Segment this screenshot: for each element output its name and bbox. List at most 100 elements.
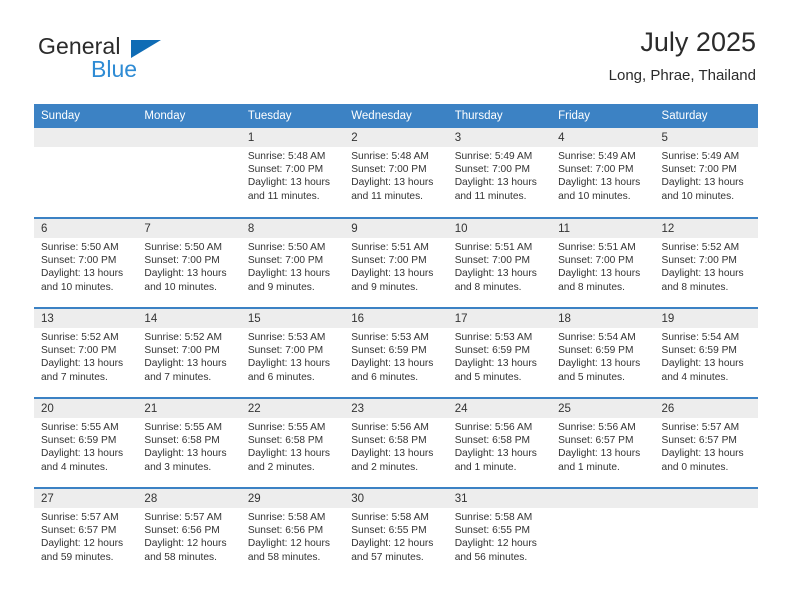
calendar-cell-empty bbox=[137, 128, 241, 218]
day-details: Sunrise: 5:50 AM Sunset: 7:00 PM Daylight:… bbox=[137, 238, 240, 294]
weekday-header-tuesday: Tuesday bbox=[240, 104, 345, 128]
calendar-day-cell[interactable]: 13 Sunrise: 5:52 AM Sunset: 7:00 PM Dayligh… bbox=[34, 307, 138, 398]
calendar-day-cell[interactable]: 4 Sunrise: 5:49 AM Sunset: 7:00 PM Daylight… bbox=[551, 128, 655, 218]
sunrise-text: Sunrise: 5:48 AM bbox=[351, 151, 429, 162]
sunset-text: Sunset: 7:00 PM bbox=[661, 164, 737, 176]
daylight-text: Daylight: 13 hours and 1 minute. bbox=[558, 448, 641, 473]
calendar-day-cell[interactable]: 15 Sunrise: 5:53 AM Sunset: 7:00 PM Dayligh… bbox=[240, 307, 345, 398]
calendar-day-cell[interactable]: 18 Sunrise: 5:54 AM Sunset: 6:59 PM Dayligh… bbox=[551, 307, 655, 398]
calendar-cell-inner: 24 Sunrise: 5:56 AM Sunset: 6:58 PM Dayligh… bbox=[447, 399, 552, 487]
sunrise-text: Sunrise: 5:56 AM bbox=[454, 422, 533, 433]
sunrise-text: Sunrise: 5:56 AM bbox=[351, 422, 429, 433]
calendar-cell-inner: 12 Sunrise: 5:52 AM Sunset: 7:00 PM Dayligh… bbox=[654, 219, 758, 307]
calendar-day-cell[interactable]: 2 Sunrise: 5:48 AM Sunset: 7:00 PM Daylight… bbox=[344, 128, 448, 218]
calendar-day-cell[interactable]: 27 Sunrise: 5:57 AM Sunset: 6:57 PM Dayligh… bbox=[34, 487, 138, 578]
calendar-day-cell[interactable]: 22 Sunrise: 5:55 AM Sunset: 6:58 PM Dayligh… bbox=[240, 397, 345, 488]
calendar-day-cell[interactable]: 5 Sunrise: 5:49 AM Sunset: 7:00 PM Daylight… bbox=[654, 128, 758, 218]
calendar-day-cell[interactable]: 26 Sunrise: 5:57 AM Sunset: 6:57 PM Dayligh… bbox=[654, 397, 758, 488]
daylight-text: Daylight: 13 hours and 8 minutes. bbox=[661, 268, 744, 293]
calendar-day-cell[interactable]: 8 Sunrise: 5:50 AM Sunset: 7:00 PM Daylight… bbox=[240, 217, 345, 308]
day-details: Sunrise: 5:48 AM Sunset: 7:00 PM Daylight:… bbox=[241, 147, 344, 203]
daylight-text: Daylight: 13 hours and 10 minutes. bbox=[144, 268, 227, 293]
calendar-day-cell[interactable]: 10 Sunrise: 5:51 AM Sunset: 7:00 PM Dayligh… bbox=[447, 217, 552, 308]
calendar-day-cell[interactable]: 23 Sunrise: 5:56 AM Sunset: 6:58 PM Dayligh… bbox=[344, 397, 448, 488]
calendar-day-cell[interactable]: 25 Sunrise: 5:56 AM Sunset: 6:57 PM Dayligh… bbox=[551, 397, 655, 488]
day-details: Sunrise: 5:50 AM Sunset: 7:00 PM Daylight:… bbox=[34, 238, 137, 294]
calendar-table: Sunday Monday Tuesday Wednesday Thursday… bbox=[34, 104, 758, 578]
day-number: 16 bbox=[344, 309, 448, 328]
calendar-cell-inner: 25 Sunrise: 5:56 AM Sunset: 6:57 PM Dayligh… bbox=[551, 399, 655, 487]
calendar-day-cell[interactable]: 1 Sunrise: 5:48 AM Sunset: 7:00 PM Daylight… bbox=[240, 128, 345, 218]
day-number: 24 bbox=[447, 399, 552, 418]
sunset-text: Sunset: 6:59 PM bbox=[41, 435, 117, 447]
calendar-cell-inner: 8 Sunrise: 5:50 AM Sunset: 7:00 PM Daylight… bbox=[240, 219, 345, 307]
calendar-cell-inner bbox=[551, 489, 655, 577]
calendar-day-cell[interactable]: 7 Sunrise: 5:50 AM Sunset: 7:00 PM Daylight… bbox=[137, 217, 241, 308]
calendar-cell-inner: 4 Sunrise: 5:49 AM Sunset: 7:00 PM Daylight… bbox=[551, 128, 655, 216]
sunset-text: Sunset: 7:00 PM bbox=[454, 164, 531, 176]
calendar-day-cell[interactable]: 11 Sunrise: 5:51 AM Sunset: 7:00 PM Dayligh… bbox=[551, 217, 655, 308]
day-number: 12 bbox=[654, 219, 758, 238]
calendar-day-cell[interactable]: 6 Sunrise: 5:50 AM Sunset: 7:00 PM Daylight… bbox=[34, 217, 138, 308]
day-details: Sunrise: 5:57 AM Sunset: 6:57 PM Daylight:… bbox=[655, 418, 758, 474]
calendar-day-cell[interactable]: 19 Sunrise: 5:54 AM Sunset: 6:59 PM Dayligh… bbox=[654, 307, 758, 398]
calendar-day-cell[interactable]: 16 Sunrise: 5:53 AM Sunset: 6:59 PM Dayligh… bbox=[344, 307, 448, 398]
day-number: 31 bbox=[447, 489, 552, 508]
day-number: 28 bbox=[137, 489, 241, 508]
calendar-cell-inner: 30 Sunrise: 5:58 AM Sunset: 6:55 PM Dayligh… bbox=[344, 489, 448, 577]
day-number bbox=[654, 489, 758, 508]
day-details: Sunrise: 5:58 AM Sunset: 6:55 PM Daylight:… bbox=[448, 508, 551, 564]
day-number: 5 bbox=[654, 128, 758, 147]
calendar-day-cell[interactable]: 20 Sunrise: 5:55 AM Sunset: 6:59 PM Dayligh… bbox=[34, 397, 138, 488]
daylight-text: Daylight: 13 hours and 8 minutes. bbox=[558, 268, 641, 293]
day-number: 13 bbox=[34, 309, 138, 328]
day-details: Sunrise: 5:57 AM Sunset: 6:56 PM Daylight:… bbox=[137, 508, 240, 564]
day-number: 29 bbox=[240, 489, 345, 508]
day-number: 25 bbox=[551, 399, 655, 418]
calendar-cell-inner: 29 Sunrise: 5:58 AM Sunset: 6:56 PM Dayligh… bbox=[240, 489, 345, 577]
calendar-day-cell[interactable]: 17 Sunrise: 5:53 AM Sunset: 6:59 PM Dayligh… bbox=[447, 307, 552, 398]
daylight-text: Daylight: 13 hours and 4 minutes. bbox=[41, 448, 124, 473]
title-block: July 2025 Long, Phrae, Thailand bbox=[609, 27, 758, 83]
calendar-day-cell[interactable]: 30 Sunrise: 5:58 AM Sunset: 6:55 PM Dayligh… bbox=[344, 487, 448, 578]
calendar-day-cell[interactable]: 21 Sunrise: 5:55 AM Sunset: 6:58 PM Dayligh… bbox=[137, 397, 241, 488]
calendar-cell-inner: 20 Sunrise: 5:55 AM Sunset: 6:59 PM Dayligh… bbox=[34, 399, 138, 487]
calendar-day-cell[interactable]: 12 Sunrise: 5:52 AM Sunset: 7:00 PM Dayligh… bbox=[654, 217, 758, 308]
calendar-cell-inner: 1 Sunrise: 5:48 AM Sunset: 7:00 PM Daylight… bbox=[240, 128, 345, 216]
day-number: 6 bbox=[34, 219, 138, 238]
day-number: 23 bbox=[344, 399, 448, 418]
day-number: 18 bbox=[551, 309, 655, 328]
page-title: July 2025 bbox=[640, 27, 756, 57]
calendar-day-cell[interactable]: 9 Sunrise: 5:51 AM Sunset: 7:00 PM Daylight… bbox=[344, 217, 448, 308]
day-number: 27 bbox=[34, 489, 138, 508]
day-details: Sunrise: 5:51 AM Sunset: 7:00 PM Daylight:… bbox=[344, 238, 447, 294]
calendar-day-cell[interactable]: 28 Sunrise: 5:57 AM Sunset: 6:56 PM Dayligh… bbox=[137, 487, 241, 578]
sunset-text: Sunset: 6:58 PM bbox=[454, 435, 531, 447]
calendar-day-cell[interactable]: 14 Sunrise: 5:52 AM Sunset: 7:00 PM Dayligh… bbox=[137, 307, 241, 398]
day-details: Sunrise: 5:51 AM Sunset: 7:00 PM Daylight:… bbox=[448, 238, 551, 294]
sunset-text: Sunset: 6:57 PM bbox=[41, 525, 117, 537]
daylight-text: Daylight: 13 hours and 6 minutes. bbox=[351, 358, 434, 383]
sunset-text: Sunset: 7:00 PM bbox=[351, 164, 427, 176]
day-number: 3 bbox=[447, 128, 552, 147]
calendar-day-cell[interactable]: 3 Sunrise: 5:49 AM Sunset: 7:00 PM Daylight… bbox=[447, 128, 552, 218]
sunrise-text: Sunrise: 5:51 AM bbox=[558, 242, 636, 253]
day-number: 20 bbox=[34, 399, 138, 418]
brand-logo[interactable]: General Blue bbox=[34, 28, 234, 88]
sunset-text: Sunset: 7:00 PM bbox=[41, 255, 117, 267]
calendar-day-cell[interactable]: 24 Sunrise: 5:56 AM Sunset: 6:58 PM Dayligh… bbox=[447, 397, 552, 488]
calendar-cell-empty bbox=[551, 487, 655, 578]
calendar-cell-inner: 22 Sunrise: 5:55 AM Sunset: 6:58 PM Dayligh… bbox=[240, 399, 345, 487]
calendar-cell-inner: 9 Sunrise: 5:51 AM Sunset: 7:00 PM Daylight… bbox=[344, 219, 448, 307]
sunset-text: Sunset: 7:00 PM bbox=[144, 345, 220, 357]
calendar-day-cell[interactable]: 31 Sunrise: 5:58 AM Sunset: 6:55 PM Dayligh… bbox=[447, 487, 552, 578]
day-details: Sunrise: 5:56 AM Sunset: 6:58 PM Daylight:… bbox=[344, 418, 447, 474]
day-number: 10 bbox=[447, 219, 552, 238]
sunset-text: Sunset: 6:56 PM bbox=[247, 525, 324, 537]
calendar-day-cell[interactable]: 29 Sunrise: 5:58 AM Sunset: 6:56 PM Dayligh… bbox=[240, 487, 345, 578]
day-details: Sunrise: 5:56 AM Sunset: 6:57 PM Daylight:… bbox=[551, 418, 654, 474]
calendar-header-row: Sunday Monday Tuesday Wednesday Thursday… bbox=[34, 104, 758, 128]
day-details: Sunrise: 5:48 AM Sunset: 7:00 PM Daylight:… bbox=[344, 147, 447, 203]
calendar-week-row: 6 Sunrise: 5:50 AM Sunset: 7:00 PM Daylight… bbox=[34, 217, 758, 308]
sunset-text: Sunset: 6:55 PM bbox=[351, 525, 427, 537]
